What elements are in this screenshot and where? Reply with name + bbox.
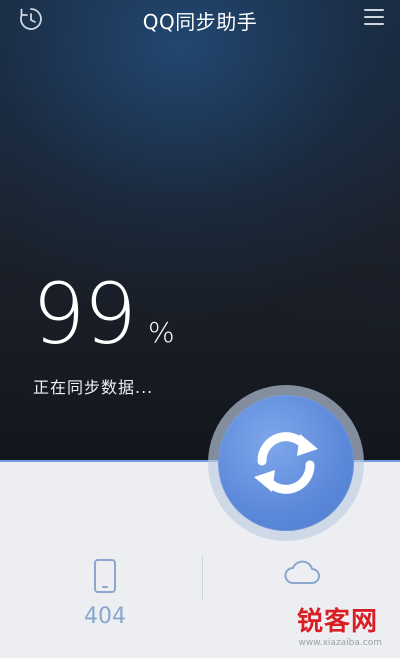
progress-value: 99 [32,265,137,363]
app-title: QQ同步助手 [142,10,258,34]
hamburger-menu-icon[interactable] [364,9,384,27]
watermark-text: 锐客网 [296,607,378,637]
watermark-url: www.xiazaiba.com [298,638,382,648]
progress-unit: % [148,316,175,349]
site-watermark: 锐客网 www.xiazaiba.com [282,558,392,650]
sync-refresh-icon [254,432,318,494]
local-contacts-stat[interactable]: 404 [45,558,165,629]
sync-status-text: 正在同步数据... [33,378,154,397]
stats-divider [202,556,203,600]
app-root: QQ同步助手 99 % 正在同步数据... 404 锐客网 www.xiazai… [0,0,400,658]
sync-progress-panel: QQ同步助手 99 % 正在同步数据... [0,0,400,460]
progress-percent: 99 % [32,272,232,362]
sync-button[interactable] [218,395,354,531]
phone-icon [94,559,116,593]
local-contacts-count: 404 [84,604,126,629]
top-bar: QQ同步助手 [0,0,400,36]
